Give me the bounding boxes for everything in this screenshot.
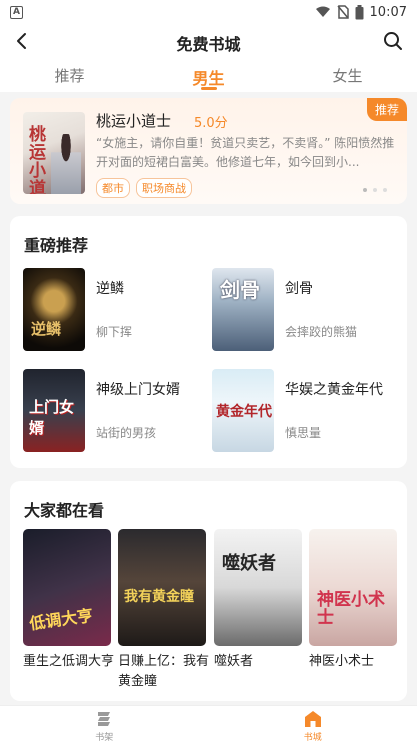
banner-book-cover[interactable]: 桃运小道士 (23, 112, 85, 194)
cover-title: 我有黄金瞳 (124, 589, 194, 605)
tab-label: 推荐 (54, 67, 85, 85)
featured-book-item[interactable]: 黄金年代 华娱之黄金年代 慎思量 (212, 369, 402, 453)
cover-title: 逆鳞 (31, 320, 62, 338)
book-title[interactable]: 华娱之黄金年代 (285, 379, 383, 399)
featured-book-item[interactable]: 剑骨 剑骨 会摔跤的熊猫 (212, 268, 402, 352)
recommend-banner[interactable]: 桃运小道士 桃运小道士 5.0分 推荐 “女施主，请你自重！贫道只卖艺，不卖肾。… (10, 98, 407, 204)
status-time: 10:07 (369, 4, 407, 20)
banner-tags: 都市 职场商战 (96, 178, 192, 198)
bookshelf-icon (98, 712, 111, 726)
popular-book-item[interactable]: 噬妖者 噬妖者 (214, 529, 302, 672)
status-bar: A 10:07 (0, 0, 417, 24)
page-title: 免费书城 (176, 35, 241, 54)
cover-title: 低调大亨 (28, 605, 95, 634)
tab-male[interactable]: 男生 (139, 58, 278, 92)
banner-description: “女施主，请你自重！贫道只卖艺，不卖肾。” 陈阳愤然推开对面的短裙白富美。他修道… (96, 136, 395, 169)
popular-book-item[interactable]: 低调大亨 重生之低调大亨 (23, 529, 114, 672)
cover-title: 桃运小道士 (29, 125, 46, 194)
search-button[interactable] (381, 29, 405, 53)
pager-dot (383, 188, 387, 192)
category-tabs: 推荐 男生 女生 (0, 58, 417, 92)
book-title[interactable]: 噬妖者 (214, 652, 310, 672)
book-author: 柳下挥 (96, 325, 133, 339)
section-title: 重磅推荐 (24, 236, 89, 255)
cover-title: 黄金年代 (216, 404, 272, 420)
book-cover[interactable]: 神医小术士 (309, 529, 397, 646)
tab-active-indicator (200, 87, 217, 90)
cover-title: 神医小术士 (317, 590, 385, 628)
nav-label: 书城 (303, 733, 322, 743)
popular-book-item[interactable]: 神医小术士 神医小术士 (309, 529, 397, 672)
book-title[interactable]: 日赚上亿：我有黄金瞳 (118, 652, 214, 692)
book-title[interactable]: 重生之低调大亨 (23, 652, 119, 672)
tab-label: 女生 (332, 67, 363, 85)
header: 免费书城 (0, 24, 417, 58)
nav-bookshelf[interactable]: 书架 (0, 706, 209, 743)
book-author: 会摔跤的熊猫 (285, 325, 358, 339)
wifi-icon (315, 6, 330, 17)
popular-section: 大家都在看 低调大亨 重生之低调大亨 我有黄金瞳 日赚上亿：我有黄金瞳 噬妖者 … (10, 481, 407, 701)
recommend-badge: 推荐 (366, 98, 407, 121)
tab-label: 男生 (192, 69, 225, 88)
tag-chip[interactable]: 职场商战 (136, 178, 192, 198)
cover-title: 剑骨 (220, 278, 260, 302)
bottom-navigation: 书架 书城 (0, 705, 417, 743)
banner-score: 5.0分 (194, 116, 228, 131)
featured-book-item[interactable]: 逆鳞 逆鳞 柳下挥 (23, 268, 213, 352)
book-author: 站街的男孩 (96, 426, 157, 440)
pager-dot (363, 188, 367, 192)
book-cover[interactable]: 逆鳞 (23, 268, 85, 351)
cover-figure (51, 134, 81, 194)
book-cover[interactable]: 低调大亨 (23, 529, 111, 646)
banner-book-title[interactable]: 桃运小道士 (96, 110, 171, 131)
book-cover[interactable]: 我有黄金瞳 (118, 529, 206, 646)
book-title[interactable]: 逆鳞 (96, 278, 124, 298)
book-title[interactable]: 神级上门女婿 (96, 379, 180, 399)
notification-a-icon: A (10, 5, 23, 19)
tab-female[interactable]: 女生 (278, 58, 417, 92)
banner-pager (363, 188, 387, 192)
battery-icon (355, 4, 364, 19)
section-title: 大家都在看 (24, 501, 105, 520)
nav-bookstore[interactable]: 书城 (209, 706, 417, 743)
featured-book-item[interactable]: 上门女婿 神级上门女婿 站街的男孩 (23, 369, 213, 453)
book-cover[interactable]: 黄金年代 (212, 369, 274, 452)
book-cover[interactable]: 噬妖者 (214, 529, 302, 646)
book-cover[interactable]: 剑骨 (212, 268, 274, 351)
no-sim-icon (336, 5, 349, 19)
popular-book-item[interactable]: 我有黄金瞳 日赚上亿：我有黄金瞳 (118, 529, 209, 692)
bookstore-home-icon (304, 711, 321, 727)
book-title[interactable]: 神医小术士 (309, 652, 405, 672)
pager-dot (373, 188, 377, 192)
book-cover[interactable]: 上门女婿 (23, 369, 85, 452)
cover-title: 噬妖者 (222, 553, 276, 574)
featured-section: 重磅推荐 逆鳞 逆鳞 柳下挥 剑骨 剑骨 会摔跤的熊猫 上门女婿 神级上门女婿 … (10, 216, 407, 468)
tab-recommend[interactable]: 推荐 (0, 58, 139, 92)
cover-title: 上门女婿 (29, 398, 75, 437)
search-icon (384, 32, 402, 50)
nav-label: 书架 (95, 733, 114, 743)
book-author: 慎思量 (285, 426, 322, 440)
book-title[interactable]: 剑骨 (285, 278, 313, 298)
tag-chip[interactable]: 都市 (96, 178, 130, 198)
